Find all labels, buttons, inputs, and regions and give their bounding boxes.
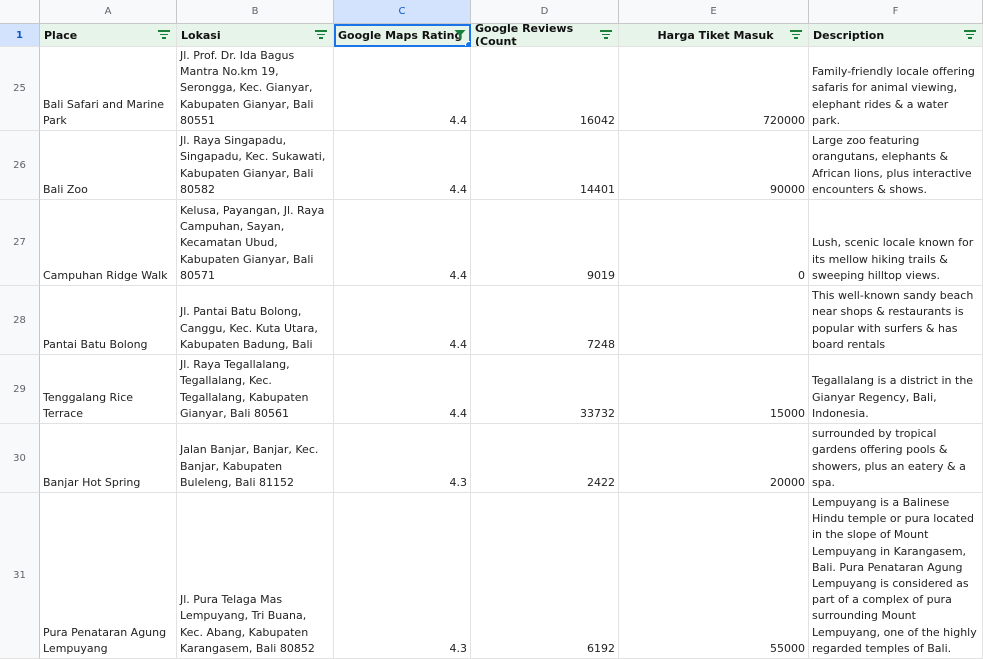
row-number[interactable]: 26 <box>0 131 40 200</box>
spreadsheet-grid: A B C D E F 1 Place Lokasi Google Maps R… <box>0 0 983 659</box>
cell-description[interactable]: This well-known sandy beach near shops &… <box>809 286 983 355</box>
cell-rating[interactable]: 4.4 <box>334 355 471 424</box>
cell-description[interactable]: Hot springs complex surrounded by tropic… <box>809 424 983 493</box>
table-row: 29 Tenggalang Rice Terrace Jl. Raya Tega… <box>0 355 983 424</box>
row-number[interactable]: 27 <box>0 200 40 286</box>
cell-place[interactable]: Pura Penataran Agung Lempuyang <box>40 493 177 659</box>
cell-harga[interactable]: 720000 <box>619 47 809 131</box>
cell-harga[interactable]: 55000 <box>619 493 809 659</box>
table-row: 31 Pura Penataran Agung Lempuyang Jl. Pu… <box>0 493 983 659</box>
filter-lines-icon[interactable] <box>964 30 976 40</box>
cell-rating[interactable]: 4.4 <box>334 131 471 200</box>
cell-place[interactable]: Campuhan Ridge Walk <box>40 200 177 286</box>
row-number[interactable]: 25 <box>0 47 40 131</box>
funnel-icon[interactable] <box>454 29 466 41</box>
header-label: Harga Tiket Masuk <box>657 28 774 42</box>
header-cell-description[interactable]: Description <box>809 24 983 47</box>
table-row: 25 Bali Safari and Marine Park Jl. Prof.… <box>0 47 983 131</box>
cell-description[interactable]: Tegallalang is a district in the Gianyar… <box>809 355 983 424</box>
column-header-e[interactable]: E <box>619 0 809 24</box>
table-row: 28 Pantai Batu Bolong Jl. Pantai Batu Bo… <box>0 286 983 355</box>
cell-place[interactable]: Pantai Batu Bolong <box>40 286 177 355</box>
cell-description[interactable]: Large zoo featuring orangutans, elephant… <box>809 131 983 200</box>
cell-description[interactable]: Lush, scenic locale known for its mellow… <box>809 200 983 286</box>
cell-description[interactable]: Family-friendly locale offering safaris … <box>809 47 983 131</box>
cell-place[interactable]: Bali Zoo <box>40 131 177 200</box>
cell-place[interactable]: Banjar Hot Spring <box>40 424 177 493</box>
column-header-b[interactable]: B <box>177 0 334 24</box>
cell-reviews[interactable]: 14401 <box>471 131 619 200</box>
column-header-c[interactable]: C <box>334 0 471 24</box>
filter-lines-icon[interactable] <box>790 30 802 40</box>
row-number[interactable]: 28 <box>0 286 40 355</box>
header-cell-google-reviews[interactable]: Google Reviews (Count <box>471 24 619 47</box>
filter-lines-icon[interactable] <box>158 30 170 40</box>
row-number[interactable]: 30 <box>0 424 40 493</box>
row-number[interactable]: 29 <box>0 355 40 424</box>
cell-reviews[interactable]: 2422 <box>471 424 619 493</box>
select-all-corner[interactable] <box>0 0 40 24</box>
cell-harga[interactable]: 0 <box>619 200 809 286</box>
cell-rating[interactable]: 4.4 <box>334 47 471 131</box>
cell-description[interactable]: Pura Penataran Agung Lempuyang is a Bali… <box>809 493 983 659</box>
cell-place[interactable]: Bali Safari and Marine Park <box>40 47 177 131</box>
cell-lokasi[interactable]: Jl. Raya Tegallalang, Tegallalang, Kec. … <box>177 355 334 424</box>
column-header-f[interactable]: F <box>809 0 983 24</box>
cell-rating[interactable]: 4.4 <box>334 286 471 355</box>
cell-rating[interactable]: 4.4 <box>334 200 471 286</box>
table-row: 27 Campuhan Ridge Walk Kelusa, Payangan,… <box>0 200 983 286</box>
cell-place[interactable]: Tenggalang Rice Terrace <box>40 355 177 424</box>
header-label: Google Maps Rating <box>338 28 463 42</box>
column-header-a[interactable]: A <box>40 0 177 24</box>
cell-rating[interactable]: 4.3 <box>334 424 471 493</box>
cell-reviews[interactable]: 7248 <box>471 286 619 355</box>
header-label: Google Reviews (Count <box>475 24 574 47</box>
row-number[interactable]: 1 <box>0 24 40 47</box>
cell-lokasi[interactable]: Jl. Prof. Dr. Ida Bagus Mantra No.km 19,… <box>177 47 334 131</box>
header-cell-place[interactable]: Place <box>40 24 177 47</box>
filter-lines-icon[interactable] <box>315 30 327 40</box>
cell-rating[interactable]: 4.3 <box>334 493 471 659</box>
cell-reviews[interactable]: 6192 <box>471 493 619 659</box>
cell-lokasi[interactable]: Kelusa, Payangan, Jl. Raya Campuhan, Say… <box>177 200 334 286</box>
column-header-d[interactable]: D <box>471 0 619 24</box>
column-header-bar: A B C D E F <box>0 0 983 24</box>
header-cell-lokasi[interactable]: Lokasi <box>177 24 334 47</box>
cell-reviews[interactable]: 33732 <box>471 355 619 424</box>
filter-lines-icon[interactable] <box>600 30 612 40</box>
table-row: 26 Bali Zoo Jl. Raya Singapadu, Singapad… <box>0 131 983 200</box>
cell-harga[interactable] <box>619 286 809 355</box>
cell-harga[interactable]: 20000 <box>619 424 809 493</box>
table-row: 30 Banjar Hot Spring Jalan Banjar, Banja… <box>0 424 983 493</box>
cell-lokasi[interactable]: Jl. Pantai Batu Bolong, Canggu, Kec. Kut… <box>177 286 334 355</box>
header-cell-harga-tiket-masuk[interactable]: Harga Tiket Masuk <box>619 24 809 47</box>
cell-lokasi[interactable]: Jl. Raya Singapadu, Singapadu, Kec. Suka… <box>177 131 334 200</box>
cell-reviews[interactable]: 16042 <box>471 47 619 131</box>
cell-lokasi[interactable]: Jalan Banjar, Banjar, Kec. Banjar, Kabup… <box>177 424 334 493</box>
header-label: Description <box>813 28 885 42</box>
cell-reviews[interactable]: 9019 <box>471 200 619 286</box>
header-cell-google-maps-rating[interactable]: Google Maps Rating <box>334 24 471 47</box>
header-label: Place <box>44 28 78 42</box>
cell-lokasi[interactable]: Jl. Pura Telaga Mas Lempuyang, Tri Buana… <box>177 493 334 659</box>
header-row: 1 Place Lokasi Google Maps Rating Google… <box>0 24 983 47</box>
cell-harga[interactable]: 90000 <box>619 131 809 200</box>
cell-harga[interactable]: 15000 <box>619 355 809 424</box>
row-number[interactable]: 31 <box>0 493 40 659</box>
header-label: Lokasi <box>181 28 221 42</box>
